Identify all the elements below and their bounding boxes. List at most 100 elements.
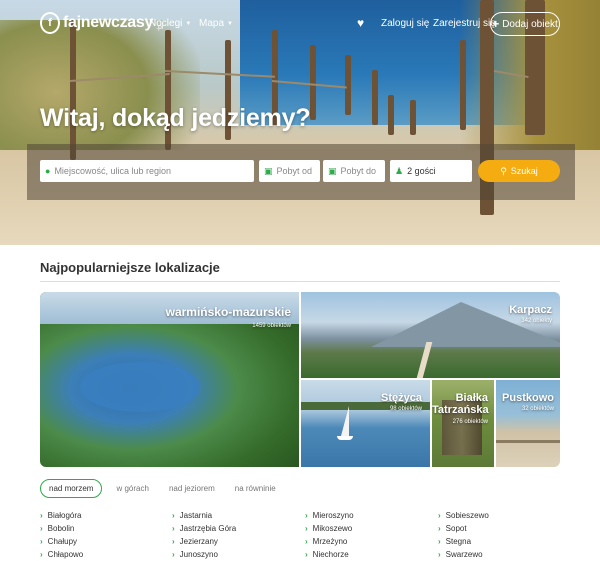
destination-link[interactable]: › Jastarnia [172,509,236,522]
section-divider [40,281,560,282]
destination-label: Mikoszewo [312,524,353,533]
calendar-icon: ▣ [328,165,337,176]
tile-count: 342 obiekty [521,318,552,324]
add-listing-button[interactable]: + Dodaj obiekt [490,12,560,36]
tile-name: Stężyca [381,392,422,404]
destination-label: Mieroszyno [312,511,354,520]
destination-label: Chłapowo [47,550,84,559]
chevron-right-icon: › [40,511,43,520]
logo-badge-icon: f [40,12,60,34]
fence-post [345,55,351,115]
destination-link[interactable]: › Sobieszewo [438,509,489,522]
nav-mapa[interactable]: Mapa ▼ [199,18,233,29]
category-tabs: nad morzem w górach nad jeziorem na równ… [40,479,282,498]
destination-link[interactable]: › Chałupy [40,535,83,548]
tile-trail [415,342,433,378]
calendar-icon: ▣ [264,165,273,176]
top-navigation: f fajnewczasy .pl Noclegi ▼ Mapa ▼ ♥ Zal… [0,0,600,48]
tile-lake [80,362,200,412]
destination-label: Jastarnia [179,511,213,520]
fence-post [372,70,378,125]
destination-link[interactable]: › Junoszyno [172,548,236,561]
destination-link[interactable]: › Niechorze [305,548,354,561]
destination-link[interactable]: › Bobolin [40,522,83,535]
chevron-right-icon: › [172,511,175,520]
destination-link[interactable]: › Sopot [438,522,489,535]
map-pin-icon: ● [45,166,51,176]
tile-fence [496,440,560,443]
chevron-right-icon: › [438,537,441,546]
hero-headline: Witaj, dokąd jedziemy? [40,104,311,132]
site-logo[interactable]: f fajnewczasy .pl [40,12,164,34]
location-placeholder: Miejscowość, ulica lub region [54,166,171,176]
location-tile-karpacz[interactable]: Karpacz 342 obiekty [301,292,560,378]
destination-label: Sobieszewo [445,511,489,520]
chevron-right-icon: › [40,524,43,533]
login-link[interactable]: Zaloguj się [381,18,429,29]
destination-link[interactable]: › Jezierzany [172,535,236,548]
destination-link[interactable]: › Mieroszyno [305,509,354,522]
tile-name: Białka Tatrzańska [432,392,489,417]
destination-link[interactable]: › Mrzeżyno [305,535,354,548]
destination-link[interactable]: › Białogóra [40,509,83,522]
date-to-input[interactable]: ▣ Pobyt do [323,160,385,182]
destination-label: Sopot [445,524,467,533]
favorites-heart-icon[interactable]: ♥ [357,16,364,30]
search-icon: ⚲ [500,165,507,176]
location-tile-warminsko-mazurskie[interactable]: warmińsko-mazurskie 1459 obiektów [40,292,299,467]
fence-post [410,100,416,135]
chevron-right-icon: › [438,524,441,533]
destination-link[interactable]: › Stegna [438,535,489,548]
tile-count: 276 obiektów [452,419,488,425]
destination-label: Bobolin [47,524,75,533]
chevron-right-icon: › [305,511,308,520]
tile-count: 98 obiektów [389,406,422,412]
destination-link[interactable]: › Chłapowo [40,548,83,561]
destination-link[interactable]: › Jastrzębia Góra [172,522,236,535]
date-from-placeholder: Pobyt od [276,166,313,176]
tab-na-rowninie[interactable]: na równinie [229,480,282,497]
search-button-label: Szukaj [510,166,538,176]
logo-text: fajnewczasy [63,14,154,31]
tile-name: Pustkowo [502,392,554,404]
plus-icon: + [492,17,500,31]
tab-nad-jeziorem[interactable]: nad jeziorem [163,480,221,497]
tile-name: warmińsko-mazurskie [165,305,291,319]
destination-link[interactable]: › Mikoszewo [305,522,354,535]
date-from-input[interactable]: ▣ Pobyt od [259,160,320,182]
tile-boat [337,436,353,440]
chevron-right-icon: › [40,537,43,546]
chevron-right-icon: › [172,537,175,546]
destination-label: Stegna [445,537,472,546]
chevron-right-icon: › [172,550,175,559]
nav-mapa-label: Mapa [199,18,225,29]
destination-link[interactable]: › Swarzewo [438,548,489,561]
guests-select[interactable]: ♟ 2 gości [390,160,472,182]
chevron-right-icon: › [172,524,175,533]
chevron-right-icon: › [40,550,43,559]
destination-label: Jastrzębia Góra [179,524,237,533]
location-tile-bialka-tatrzanska[interactable]: Białka Tatrzańska 276 obiektów [432,380,494,467]
location-tile-pustkowo[interactable]: Pustkowo 32 obiektów [496,380,560,467]
caret-down-icon: ▼ [185,20,192,27]
chevron-right-icon: › [305,550,308,559]
nav-noclegi-label: Noclegi [149,18,183,29]
destination-list-column: › Jastarnia › Jastrzębia Góra › Jezierzany … [172,509,236,561]
nav-noclegi[interactable]: Noclegi ▼ [149,18,191,29]
tab-nad-morzem[interactable]: nad morzem [40,479,103,498]
date-to-placeholder: Pobyt do [340,166,377,176]
destination-label: Jezierzany [179,537,218,546]
destination-label: Białogóra [47,511,82,520]
hero-banner: f fajnewczasy .pl Noclegi ▼ Mapa ▼ ♥ Zal… [0,0,600,245]
tile-count: 32 obiektów [521,406,554,412]
person-icon: ♟ [395,165,404,176]
destination-label: Junoszyno [179,550,218,559]
search-button[interactable]: ⚲ Szukaj [478,160,560,182]
location-tile-stezyca[interactable]: Stężyca 98 obiektów [301,380,430,467]
tab-w-gorach[interactable]: w górach [110,480,154,497]
location-input[interactable]: ● Miejscowość, ulica lub region [40,160,254,182]
destination-label: Chałupy [47,537,78,546]
register-link[interactable]: Zarejestruj się [433,18,496,29]
fence-post [460,40,466,130]
guests-value: 2 gości [407,166,436,176]
